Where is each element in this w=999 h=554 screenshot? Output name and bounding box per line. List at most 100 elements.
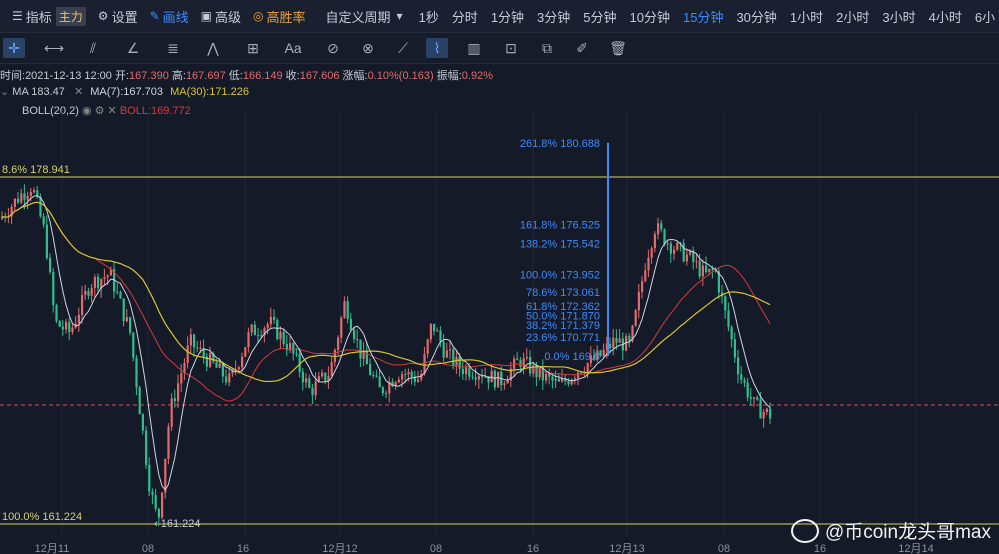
candle — [548, 373, 551, 377]
parallel-lines-tool-icon[interactable]: ⫽ — [82, 38, 104, 58]
candle — [269, 316, 272, 325]
candle — [429, 323, 432, 340]
candle — [708, 268, 711, 273]
winrate-button[interactable]: ◎ 高胜率 — [253, 7, 306, 26]
candle — [340, 317, 343, 338]
x-axis-label: 16 — [237, 543, 249, 554]
candle — [452, 349, 455, 366]
x-axis-label: 12月13 — [609, 543, 644, 554]
candle — [161, 492, 164, 518]
candle — [436, 330, 439, 332]
period-tab[interactable]: 5分钟 — [583, 7, 616, 26]
eraser-tool-icon[interactable]: ⊗ — [357, 38, 379, 58]
period-tab[interactable]: 15分钟 — [683, 7, 723, 26]
text-tool-icon[interactable]: Aa — [282, 38, 304, 58]
period-tab[interactable]: 10分钟 — [630, 7, 670, 26]
chart-type-icon[interactable]: ▥ — [463, 38, 485, 58]
ohlc-readout: 时间:2021-12-13 12:00 开:167.390 高:167.697 … — [0, 70, 493, 82]
candle — [180, 373, 183, 384]
candle — [669, 243, 672, 254]
main-badge: 主力 — [55, 6, 86, 26]
candle — [58, 320, 61, 327]
fib-retracement-tool-icon[interactable]: ≣ — [162, 38, 184, 58]
period-tab[interactable]: 6小 — [975, 7, 995, 26]
candle — [65, 321, 68, 330]
lock-icon[interactable]: ⊡ — [500, 38, 522, 58]
candle — [177, 383, 180, 402]
candle — [132, 332, 135, 358]
candle — [407, 371, 410, 375]
candle — [119, 292, 122, 299]
candle — [682, 243, 685, 262]
x-axis-label: 16 — [527, 543, 539, 554]
period-tab[interactable]: 1秒 — [419, 7, 439, 26]
period-tab[interactable]: 30分钟 — [736, 7, 776, 26]
period-tab[interactable]: 1分钟 — [491, 7, 524, 26]
candle — [506, 380, 509, 384]
candle — [33, 190, 36, 193]
candle — [503, 383, 506, 386]
fib-level-label: 0.0% 169.8 — [544, 351, 600, 363]
candle — [279, 332, 282, 340]
candle — [666, 243, 669, 245]
copy-icon[interactable]: ⧉ — [536, 38, 558, 58]
brush-tool-icon[interactable]: ⊘ — [322, 38, 344, 58]
magnet-tool-icon[interactable]: ⌇ — [426, 38, 448, 58]
custom-period-dropdown[interactable]: 自定义周期 ▾ — [326, 7, 406, 26]
candle — [154, 494, 157, 509]
candle — [433, 323, 436, 332]
x-axis-label: 08 — [430, 543, 442, 554]
candle — [445, 350, 448, 358]
indicators-button[interactable]: ☰ 指标 主力 — [12, 6, 86, 26]
candle — [87, 290, 90, 296]
candle — [61, 326, 64, 330]
candle — [685, 254, 688, 262]
candle — [250, 324, 253, 333]
candle — [295, 353, 298, 355]
draw-button[interactable]: ✎ 画线 — [150, 7, 189, 26]
candle — [55, 305, 58, 321]
candle — [762, 411, 765, 419]
advanced-button[interactable]: ▣ 高级 — [201, 7, 241, 26]
candle — [77, 315, 80, 324]
candle — [68, 321, 71, 333]
hline-label: 100.0% 161.224 — [2, 511, 82, 523]
candle — [369, 364, 372, 376]
candle — [260, 335, 263, 337]
candle — [311, 387, 314, 396]
bars-icon: ☰ — [12, 9, 23, 23]
price-chart[interactable]: 8.6% 178.941 100.0% 161.224 261.8% 180.688… — [0, 112, 999, 554]
candle — [404, 374, 407, 376]
close-icon[interactable]: ✕ — [74, 86, 83, 98]
candle — [365, 350, 368, 365]
angle-tool-icon[interactable]: ∠ — [122, 38, 144, 58]
period-tab[interactable]: 2小时 — [836, 7, 869, 26]
candle — [20, 193, 23, 203]
wave-tool-icon[interactable]: ⋀ — [202, 38, 224, 58]
ruler-tool-icon[interactable]: ⟋ — [392, 38, 414, 58]
candle — [116, 291, 119, 293]
period-tab[interactable]: 4小时 — [929, 7, 962, 26]
candle — [90, 287, 93, 296]
period-tab[interactable]: 1小时 — [790, 7, 823, 26]
settings-button[interactable]: ⚙ 设置 — [98, 7, 138, 26]
horizontal-line-tool-icon[interactable]: ⟷ — [43, 38, 65, 58]
candle — [17, 198, 20, 203]
crosshair-tool-icon[interactable]: ✛ — [3, 38, 25, 58]
edit-icon[interactable]: ✐ — [571, 38, 593, 58]
candle — [13, 198, 16, 207]
collapse-icon[interactable]: ⌄ — [0, 86, 9, 98]
x-axis-label: 12月12 — [322, 543, 357, 554]
candle — [637, 291, 640, 311]
period-tab[interactable]: 3分钟 — [537, 7, 570, 26]
period-tab[interactable]: 3小时 — [882, 7, 915, 26]
x-axis-label: 08 — [718, 543, 730, 554]
rectangle-tool-icon[interactable]: ⊞ — [242, 38, 264, 58]
candle — [186, 345, 189, 364]
candle — [701, 265, 704, 277]
candle — [353, 329, 356, 340]
period-tab[interactable]: 分时 — [452, 7, 478, 26]
candle — [730, 327, 733, 340]
candle — [49, 257, 52, 272]
trash-icon[interactable]: 🗑 — [607, 38, 629, 58]
